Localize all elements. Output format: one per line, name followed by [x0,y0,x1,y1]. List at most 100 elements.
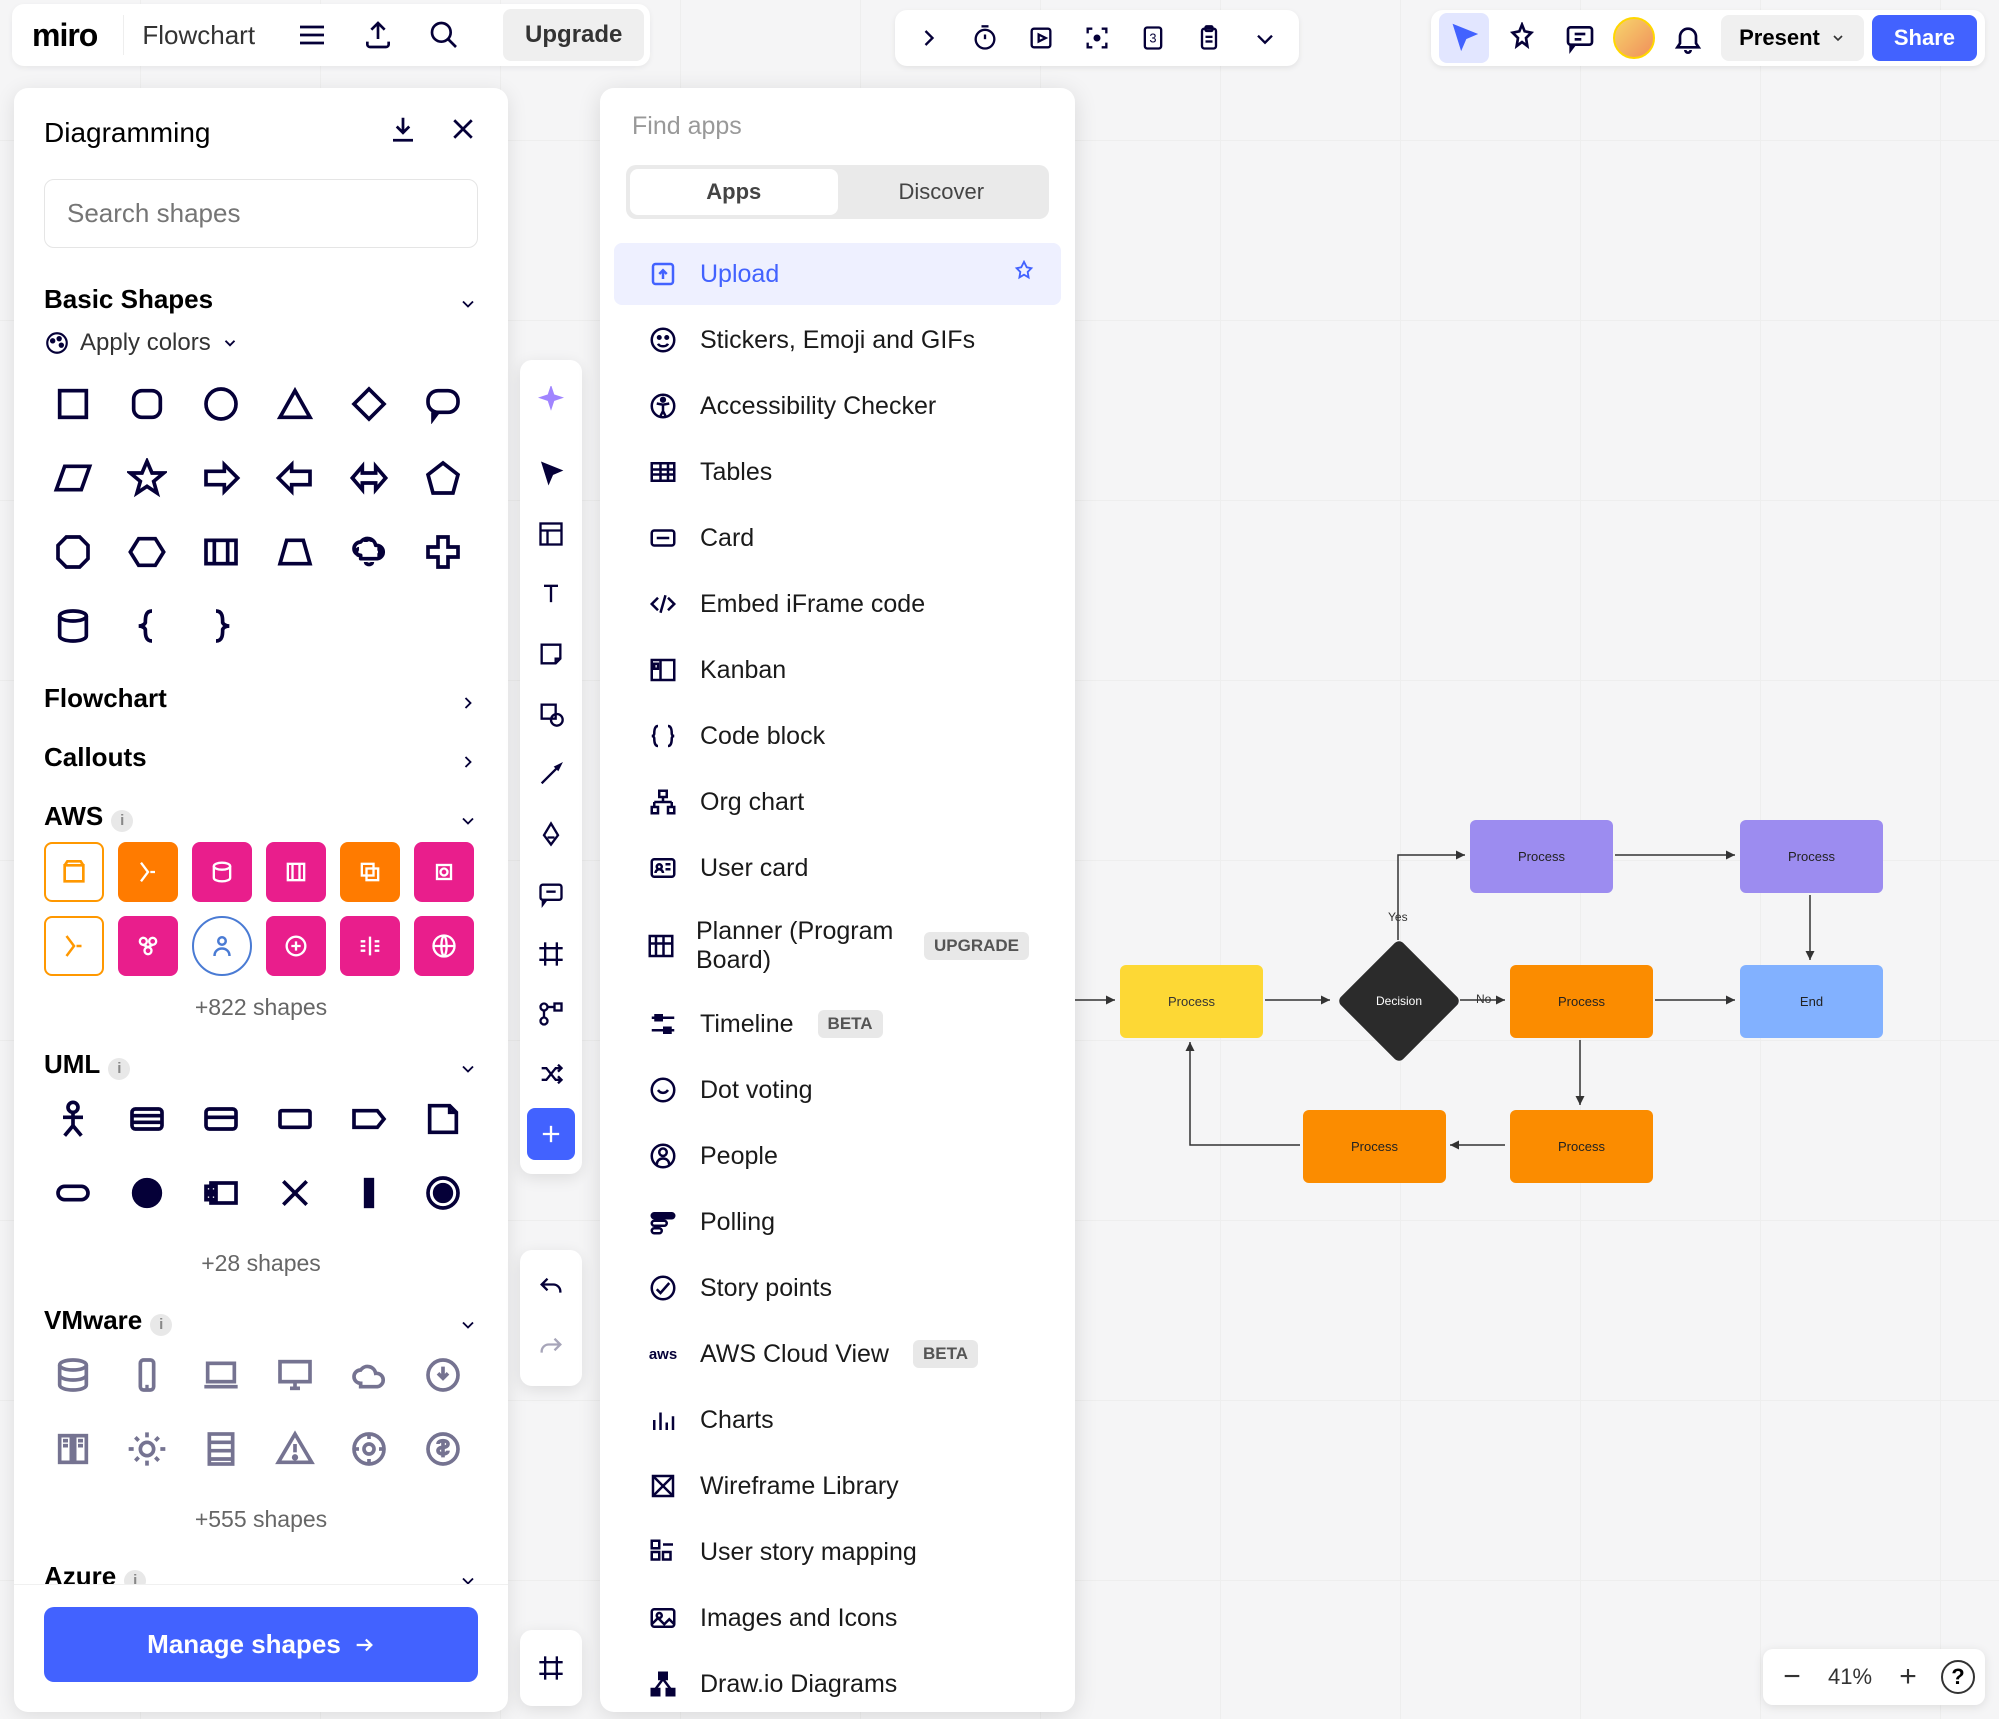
aws-shape-10[interactable] [266,916,326,976]
tool-text[interactable] [527,568,575,620]
aws-shape-11[interactable] [340,916,400,976]
section-flowchart[interactable]: Flowchart [44,665,478,724]
vmware-db[interactable] [44,1346,102,1404]
uml-component[interactable] [192,1164,250,1222]
uml-pill[interactable] [44,1164,102,1222]
tool-frames[interactable] [527,1642,575,1694]
aws-shape-1[interactable] [44,842,104,902]
vmware-mobile[interactable] [118,1346,176,1404]
uml-bar[interactable] [340,1164,398,1222]
zoom-in-button[interactable]: + [1889,1658,1927,1696]
shape-hexagon[interactable] [118,523,176,581]
uml-more[interactable]: +28 shapes [44,1232,478,1287]
shape-search-input[interactable] [44,179,478,248]
tool-add[interactable] [527,1108,575,1160]
bell-icon[interactable] [1663,13,1713,63]
section-callouts[interactable]: Callouts [44,724,478,783]
app-images[interactable]: Images and Icons [614,1587,1061,1649]
shape-trapezoid[interactable] [266,523,324,581]
section-basic-shapes[interactable]: Basic Shapes [44,266,478,325]
vmware-desktop[interactable] [266,1346,324,1404]
app-card[interactable]: Card [614,507,1061,569]
miro-logo[interactable]: miro [18,17,111,54]
tool-comment[interactable] [527,868,575,920]
zoom-out-button[interactable]: − [1773,1658,1811,1696]
shape-arrow-right[interactable] [192,449,250,507]
shape-arrow-both[interactable] [340,449,398,507]
zoom-value[interactable]: 41% [1825,1664,1875,1690]
shape-arrow-left[interactable] [266,449,324,507]
uml-initial[interactable] [118,1164,176,1222]
tab-discover[interactable]: Discover [838,169,1046,215]
shape-brace-right[interactable] [192,597,250,655]
shape-speech-bubble[interactable] [414,375,472,433]
app-orgchart[interactable]: Org chart [614,771,1061,833]
vmware-more[interactable]: +555 shapes [44,1488,478,1543]
vmware-rack[interactable] [192,1420,250,1478]
aws-shape-6[interactable] [414,842,474,902]
aws-shape-5[interactable] [340,842,400,902]
uml-class-2[interactable] [192,1090,250,1148]
app-charts[interactable]: Charts [614,1389,1061,1451]
section-uml[interactable]: UMLi [44,1031,478,1090]
app-timeline[interactable]: TimelineBETA [614,993,1061,1055]
clipboard-icon[interactable] [1183,12,1235,64]
shape-square[interactable] [44,375,102,433]
app-userstory[interactable]: User story mapping [614,1521,1061,1583]
shape-pentagon[interactable] [414,449,472,507]
board-name[interactable]: Flowchart [123,15,273,55]
reactions-icon[interactable] [1497,13,1547,63]
app-kanban[interactable]: Kanban [614,639,1061,701]
tool-line[interactable] [527,748,575,800]
app-dotvoting[interactable]: Dot voting [614,1059,1061,1121]
tool-sticky[interactable] [527,628,575,680]
tool-select[interactable] [527,448,575,500]
talk-track-icon[interactable] [1015,12,1067,64]
aws-shape-4[interactable] [266,842,326,902]
share-button[interactable]: Share [1872,15,1977,61]
app-storypoints[interactable]: Story points [614,1257,1061,1319]
app-accessibility[interactable]: Accessibility Checker [614,375,1061,437]
shape-circle[interactable] [192,375,250,433]
app-planner[interactable]: Planner (Program Board)UPGRADE [614,903,1061,989]
tool-pen[interactable] [527,808,575,860]
app-iframe[interactable]: Embed iFrame code [614,573,1061,635]
shape-rounded-square[interactable] [118,375,176,433]
shape-cylinder[interactable] [44,597,102,655]
aws-more[interactable]: +822 shapes [44,976,478,1031]
vmware-settings[interactable] [340,1420,398,1478]
uml-note[interactable] [414,1090,472,1148]
close-icon[interactable] [448,114,478,151]
vmware-dollar[interactable] [414,1420,472,1478]
app-upload[interactable]: Upload [614,243,1061,305]
frame-count-icon[interactable]: 3 [1127,12,1179,64]
comment-icon[interactable] [1555,13,1605,63]
tool-shape[interactable] [527,688,575,740]
timer-icon[interactable] [959,12,1011,64]
apps-search[interactable]: Find apps [600,112,1075,161]
section-aws[interactable]: AWSi [44,783,478,842]
cursor-tool-icon[interactable] [1439,13,1489,63]
uml-class-3[interactable] [118,1090,176,1148]
vmware-gear[interactable] [118,1420,176,1478]
vmware-servers[interactable] [44,1420,102,1478]
app-aws[interactable]: awsAWS Cloud ViewBETA [614,1323,1061,1385]
focus-icon[interactable] [1071,12,1123,64]
aws-shape-12[interactable] [414,916,474,976]
chevron-right-icon[interactable] [903,12,955,64]
pin-icon[interactable] [1013,260,1035,289]
uml-final[interactable] [414,1164,472,1222]
app-wireframe[interactable]: Wireframe Library [614,1455,1061,1517]
app-codeblock[interactable]: Code block [614,705,1061,767]
shape-diamond[interactable] [340,375,398,433]
app-drawio[interactable]: Draw.io Diagrams [614,1653,1061,1712]
section-vmware[interactable]: VMwarei [44,1287,478,1346]
shape-star[interactable] [118,449,176,507]
shape-triangle[interactable] [266,375,324,433]
app-polling[interactable]: Polling [614,1191,1061,1253]
shape-cloud[interactable] [340,523,398,581]
app-people[interactable]: People [614,1125,1061,1187]
vmware-download[interactable] [414,1346,472,1404]
upgrade-button[interactable]: Upgrade [503,9,644,61]
tab-apps[interactable]: Apps [630,169,838,215]
